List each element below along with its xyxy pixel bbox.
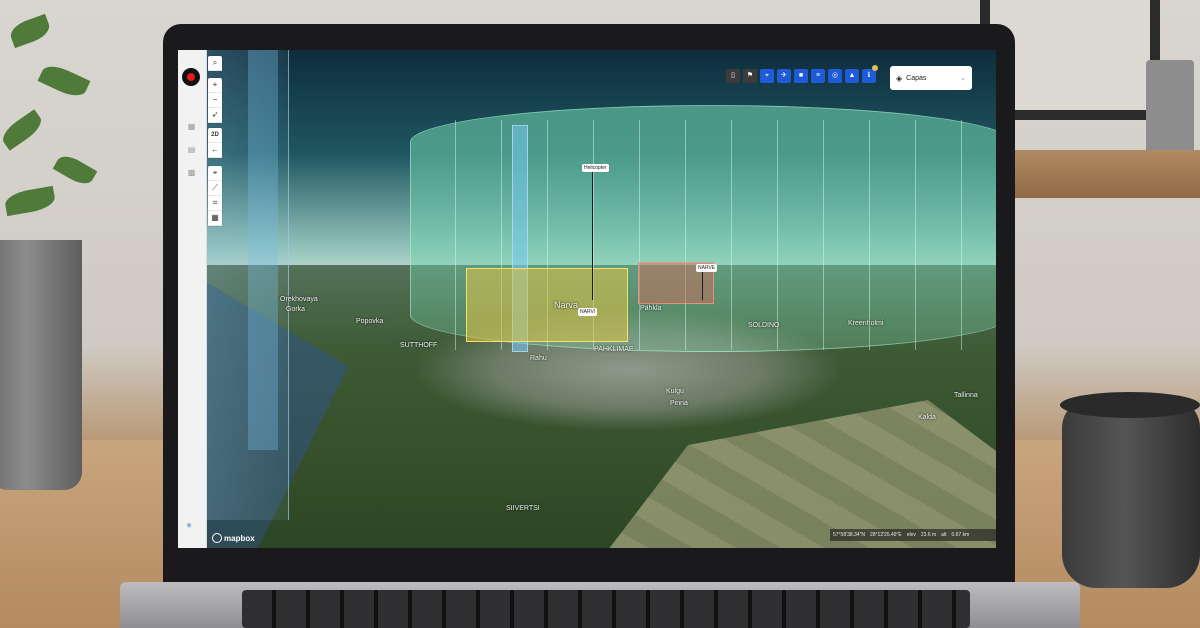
draw-toolbar: ⌖ ⟋ ⌗ ▦ bbox=[208, 166, 222, 226]
chevron-down-icon: ⌄ bbox=[960, 75, 966, 82]
plant-leaf bbox=[37, 60, 91, 102]
grid-layer-icon[interactable]: ▦ bbox=[208, 211, 222, 226]
list-icon[interactable]: ≡ bbox=[811, 69, 825, 83]
coordinate-readout: 57°58'38.34"N 28°12'25.49"E elev 23.6 m … bbox=[830, 529, 996, 541]
helicopter-marker[interactable]: Helicopter bbox=[582, 164, 609, 172]
zoom-out-button[interactable]: − bbox=[208, 93, 222, 108]
airspace-wall-strip bbox=[248, 50, 278, 450]
plant-leaf bbox=[0, 109, 46, 151]
altitude-label: alt bbox=[941, 532, 947, 538]
place-label: SIIVERTSI bbox=[506, 505, 540, 512]
camera-icon[interactable]: ■ bbox=[794, 69, 808, 83]
place-label: PAHKLIMAE bbox=[594, 346, 634, 353]
longitude: 28°12'25.49"E bbox=[869, 532, 902, 538]
small-plant bbox=[1146, 60, 1194, 155]
place-label: Narva bbox=[554, 300, 579, 310]
plant-pot bbox=[0, 240, 82, 490]
narvi-marker[interactable]: NARVI bbox=[578, 308, 598, 316]
layers-label: Capas bbox=[906, 74, 927, 82]
mug-rim bbox=[1060, 392, 1200, 418]
plane-icon[interactable]: ✈ bbox=[777, 69, 791, 83]
red-zone-marker[interactable]: NARVE bbox=[696, 264, 718, 272]
view-toolbar: 2D ← bbox=[208, 128, 222, 158]
place-label: Gorka bbox=[286, 306, 306, 313]
map-viewport[interactable]: Helicopter NARVI NARVE Narva PAHKLIMAE S… bbox=[178, 50, 996, 548]
place-label: Kreenholmi bbox=[848, 320, 884, 327]
map-toolbar: ⌕ bbox=[208, 56, 222, 71]
mapbox-attribution[interactable]: mapbox bbox=[212, 533, 255, 543]
place-label: Tallinna bbox=[954, 392, 978, 399]
place-label: SOLDINO bbox=[748, 322, 780, 329]
marker-pin-icon[interactable]: ⌖ bbox=[208, 166, 222, 181]
place-label: Pähkla bbox=[640, 305, 662, 312]
record-button[interactable] bbox=[182, 68, 200, 86]
elevation-label: elev bbox=[906, 532, 916, 538]
mapbox-logo-icon bbox=[212, 533, 222, 543]
mapbox-label: mapbox bbox=[224, 533, 255, 543]
zoom-in-button[interactable]: + bbox=[208, 78, 222, 93]
info-icon[interactable]: ℹ bbox=[862, 69, 876, 83]
compass-icon[interactable]: ➶ bbox=[208, 108, 222, 123]
toggle-2d-button[interactable]: 2D bbox=[208, 128, 222, 143]
polygon-icon[interactable]: ⌗ bbox=[208, 196, 222, 211]
plant-leaf bbox=[52, 151, 98, 189]
back-arrow-icon[interactable]: ← bbox=[208, 143, 222, 158]
elevation: 23.6 m bbox=[920, 532, 937, 538]
target-icon[interactable]: ◎ bbox=[828, 69, 842, 83]
mug bbox=[1062, 398, 1200, 588]
line-draw-icon[interactable]: ⟋ bbox=[208, 181, 222, 196]
place-label: Popovka bbox=[356, 318, 384, 325]
marker-stem bbox=[592, 170, 593, 300]
app-screen: Helicopter NARVI NARVE Narva PAHKLIMAE S… bbox=[178, 50, 996, 548]
keyboard bbox=[242, 590, 970, 628]
wall-shelf bbox=[990, 150, 1200, 198]
airspace-yellow-zone[interactable] bbox=[466, 268, 628, 342]
map-icon[interactable]: ▦ bbox=[186, 122, 197, 131]
layers-icon: ◈ bbox=[896, 73, 903, 83]
zoom-toolbar: + − ➶ bbox=[208, 78, 222, 123]
user-icon[interactable]: ● bbox=[186, 520, 192, 531]
search-icon[interactable]: ⌕ bbox=[208, 56, 222, 71]
phone-icon[interactable]: ▯ bbox=[726, 69, 740, 83]
place-label: Rahu bbox=[530, 355, 547, 362]
flag-icon[interactable]: ⚑ bbox=[743, 69, 757, 83]
place-label: SUTTHOFF bbox=[400, 342, 438, 349]
plant-leaf bbox=[3, 185, 57, 217]
place-label: Kalda bbox=[918, 414, 936, 421]
latitude: 57°58'38.34"N bbox=[833, 532, 865, 538]
notification-badge bbox=[872, 65, 878, 71]
plant-leaf bbox=[7, 13, 53, 49]
place-label: Kulgu bbox=[666, 388, 684, 395]
grid-icon[interactable]: ▩ bbox=[186, 168, 197, 177]
marker-stem bbox=[702, 270, 703, 300]
altitude: 0.67 km bbox=[951, 532, 970, 538]
place-label: Orekhovaya bbox=[280, 296, 318, 303]
document-icon[interactable]: ▤ bbox=[186, 145, 197, 154]
warning-icon[interactable]: ▲ bbox=[845, 69, 859, 83]
left-sidebar: ▦ ▤ ▩ ● bbox=[178, 50, 207, 548]
place-label: Pinna bbox=[670, 400, 688, 407]
location-pin-icon[interactable]: ⌖ bbox=[760, 69, 774, 83]
layers-dropdown[interactable]: ◈ Capas ⌄ bbox=[890, 66, 972, 90]
top-right-toolbar: ▯ ⚑ ⌖ ✈ ■ ≡ ◎ ▲ ℹ bbox=[726, 69, 876, 83]
